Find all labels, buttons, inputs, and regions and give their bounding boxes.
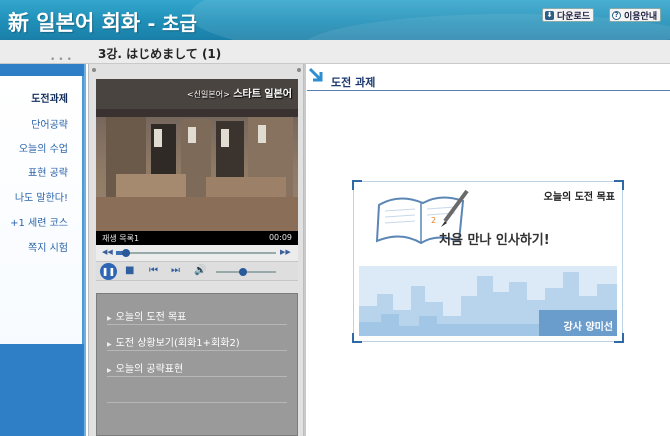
video-info-bar: 재생 목록1 00:09 [96, 231, 298, 245]
rewind-arrow-icon[interactable]: ◀◀ [102, 248, 113, 256]
seek-bar[interactable]: ◀◀ ▶▶ [96, 245, 298, 261]
video-overlay-prefix: <신일본어> [186, 90, 230, 99]
volume-icon[interactable]: 🔊 [194, 264, 206, 278]
sidebar-item-challenge[interactable]: 도전과제 [31, 90, 68, 105]
guide-button[interactable]: ? 이용안내 [609, 8, 662, 22]
menu-item-label: 도전 상황보기(회화1+회화2) [115, 338, 240, 349]
sidebar-item-vocabulary[interactable]: 단어공략 [31, 116, 68, 131]
svg-text:2: 2 [431, 216, 436, 225]
volume-handle[interactable] [239, 268, 247, 276]
menu-item-key-expressions[interactable]: ▶ 오늘의 공략표현 [107, 360, 183, 375]
sidebar-edge [84, 64, 86, 436]
panel-rivet [297, 68, 301, 72]
menu-item-label: 오늘의 공략표현 [115, 364, 184, 375]
question-icon: ? [612, 10, 621, 20]
seek-handle[interactable] [121, 249, 130, 257]
previous-button[interactable]: ⏮ [149, 264, 158, 278]
card-teacher: 강사 양미선 [563, 322, 613, 333]
app-logo: 新 일본어 회화 - 초급 [8, 7, 197, 37]
sidebar-item-quiz[interactable]: 쪽지 시험 [28, 239, 68, 254]
logo-main: 新 일본어 회화 [8, 11, 141, 35]
download-button[interactable]: ⬇ 다운로드 [542, 8, 595, 22]
stop-button[interactable]: ■ [125, 264, 134, 278]
sidebar-item-today-class[interactable]: 오늘의 수업 [19, 140, 68, 155]
card-phrase: 처음 만나 인사하기! [439, 233, 550, 248]
app-header: 新 일본어 회화 - 초급 ⬇ 다운로드 ? 이용안내 [0, 0, 670, 40]
menu-item-situation[interactable]: ▶ 도전 상황보기(회화1+회화2) [107, 334, 240, 349]
logo-sub: - 초급 [147, 13, 198, 35]
card-corner [614, 180, 624, 190]
video-scene-illustration [96, 79, 298, 231]
sidebar: 도전과제 단어공략 오늘의 수업 표현 공략 나도 말한다! +1 세련 코스 … [0, 64, 86, 436]
guide-label: 이용안내 [624, 11, 658, 22]
menu-divider [107, 376, 287, 377]
player-controls: ❚❚ ■ ⏮ ⏭ 🔊 [96, 261, 298, 281]
video-overlay-main: 스타트 일본어 [233, 89, 292, 100]
video-frame: <신일본어> 스타트 일본어 [96, 79, 298, 231]
challenge-card: 2 오늘의 도전 목표 처음 만나 인사하기! 강사 양미선 [352, 180, 624, 343]
video-player[interactable]: <신일본어> 스타트 일본어 재생 목록1 00:09 ◀◀ ▶▶ [96, 79, 298, 261]
lesson-title: 3강. はじめまして (1) [98, 47, 222, 61]
bullet-triangle-icon: ▶ [107, 315, 112, 322]
pause-button[interactable]: ❚❚ [100, 263, 117, 280]
video-panel: <신일본어> 스타트 일본어 재생 목록1 00:09 ◀◀ ▶▶ ❚❚ ■ ⏮… [88, 64, 304, 436]
section-arrow-icon [308, 67, 323, 82]
card-goal-title: 오늘의 도전 목표 [543, 192, 615, 203]
menu-divider [107, 350, 287, 351]
menu-divider [107, 324, 287, 325]
sidebar-item-refine-course[interactable]: +1 세련 코스 [10, 214, 68, 229]
lesson-title-bar: ••• 3강. はじめまして (1) [0, 40, 670, 65]
bullet-triangle-icon: ▶ [107, 341, 112, 348]
playlist-label: 재생 목록1 [102, 234, 140, 243]
sidebar-menu: 도전과제 단어공략 오늘의 수업 표현 공략 나도 말한다! +1 세련 코스 … [0, 76, 84, 344]
download-icon: ⬇ [545, 10, 554, 20]
video-time: 00:09 [268, 233, 292, 242]
menu-item-today-goal[interactable]: ▶ 오늘의 도전 목표 [107, 308, 186, 323]
lesson-menu: ▶ 오늘의 도전 목표 ▶ 도전 상황보기(회화1+회화2) ▶ 오늘의 공략표현 [96, 293, 298, 436]
video-overlay-title: <신일본어> 스타트 일본어 [187, 85, 292, 100]
bullet-triangle-icon: ▶ [107, 367, 112, 374]
sidebar-item-speaking[interactable]: 나도 말한다! [15, 189, 68, 204]
menu-divider [107, 402, 287, 403]
panel-divider [304, 64, 306, 436]
section-title: 도전 과제 [331, 76, 376, 89]
seek-track[interactable] [116, 252, 276, 254]
card-corner [352, 180, 362, 190]
download-label: 다운로드 [557, 11, 591, 22]
panel-rivet [92, 68, 96, 72]
next-button[interactable]: ⏭ [171, 264, 180, 278]
section-underline [307, 90, 670, 91]
menu-item-label: 오늘의 도전 목표 [115, 312, 187, 323]
forward-arrow-icon[interactable]: ▶▶ [280, 248, 291, 256]
sidebar-item-expressions[interactable]: 표현 공략 [28, 164, 68, 179]
